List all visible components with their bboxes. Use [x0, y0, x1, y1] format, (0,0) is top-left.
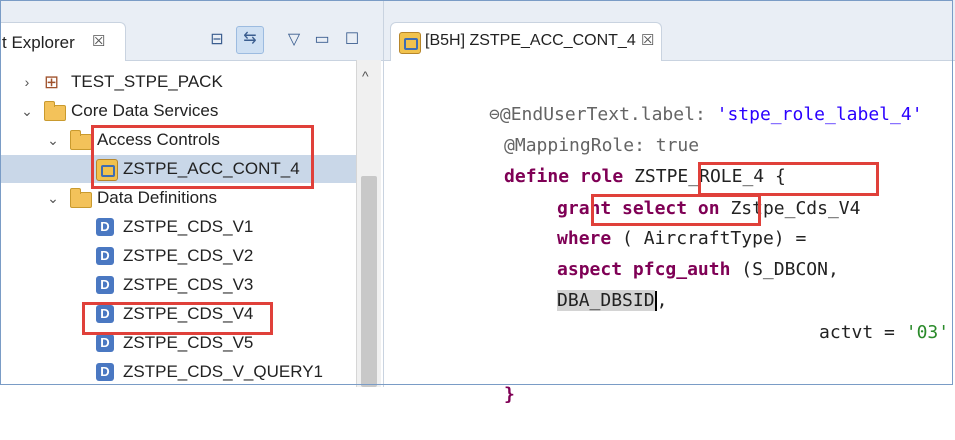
closing-brace: }	[504, 384, 515, 405]
window-frame	[0, 0, 953, 385]
